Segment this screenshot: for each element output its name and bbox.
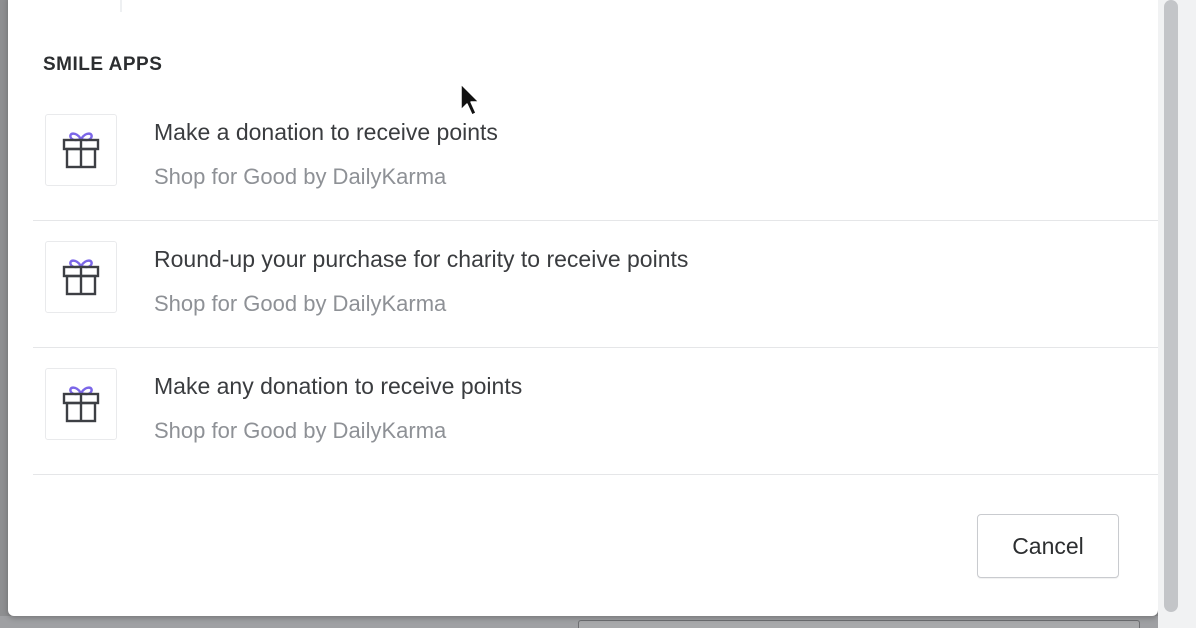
mouse-pointer-icon <box>460 83 480 116</box>
scrollbar-thumb[interactable] <box>1164 0 1178 612</box>
gift-icon <box>62 132 100 169</box>
list-item[interactable]: Round-up your purchase for charity to re… <box>33 221 1158 348</box>
app-list: Make a donation to receive points Shop f… <box>33 94 1158 475</box>
app-thumbnail <box>45 368 117 440</box>
cancel-button[interactable]: Cancel <box>977 514 1119 578</box>
app-thumbnail <box>45 114 117 186</box>
add-app-modal: SMILE APPS Make a donation to receive po… <box>8 0 1158 616</box>
background-input <box>578 620 1140 628</box>
gift-icon <box>62 259 100 296</box>
app-thumbnail <box>45 241 117 313</box>
app-provider: Shop for Good by DailyKarma <box>154 418 447 443</box>
list-item[interactable]: Make a donation to receive points Shop f… <box>33 94 1158 221</box>
app-title: Make any donation to receive points <box>154 373 523 399</box>
app-provider: Shop for Good by DailyKarma <box>154 291 447 316</box>
app-title: Round-up your purchase for charity to re… <box>154 246 689 272</box>
background-page-footer <box>0 616 1196 628</box>
gift-icon <box>62 386 100 423</box>
app-provider: Shop for Good by DailyKarma <box>154 164 447 189</box>
section-heading: SMILE APPS <box>43 54 163 75</box>
app-title: Make a donation to receive points <box>154 119 498 145</box>
modal-top-divider <box>120 0 122 12</box>
list-item[interactable]: Make any donation to receive points Shop… <box>33 348 1158 475</box>
